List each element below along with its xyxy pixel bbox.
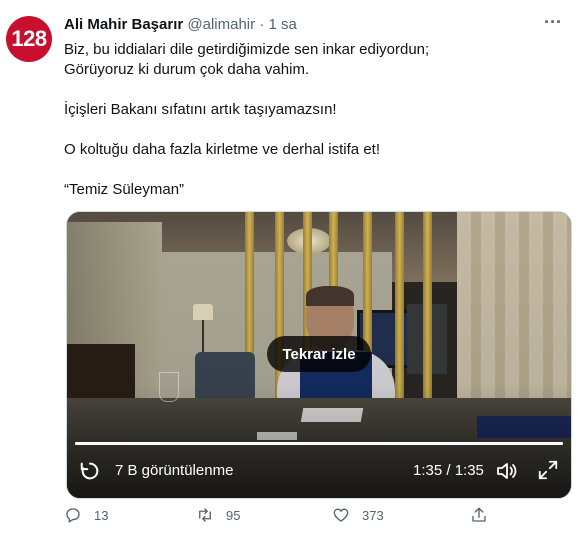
avatar[interactable]: 128 [6, 16, 52, 62]
video-player[interactable]: Tekrar izle 7 B görüntülenme 1:35 / 1:35 [66, 211, 572, 499]
tweet-card[interactable]: 128 Ali Mahir Başarır @alimahir · 1 sa ·… [0, 0, 581, 537]
author-name[interactable]: Ali Mahir Başarır [64, 16, 183, 33]
replay-button[interactable]: Tekrar izle [267, 336, 371, 372]
video-controls: 7 B görüntülenme 1:35 / 1:35 [67, 456, 571, 486]
reply-icon [66, 508, 80, 523]
progress-fill [75, 442, 563, 445]
tweet-line: “Temiz Süleyman” [64, 181, 185, 198]
author-handle[interactable]: @alimahir [187, 16, 255, 33]
share-button[interactable] [470, 506, 488, 524]
reply-count: 13 [94, 507, 109, 523]
reply-button[interactable]: 13 [64, 506, 108, 524]
time-readout: 1:35 / 1:35 [413, 462, 484, 479]
retweet-button[interactable]: 95 [196, 506, 240, 524]
like-button[interactable]: 373 [332, 506, 384, 524]
tweet-line: O koltuğu daha fazla kirletme ve derhal … [64, 141, 380, 158]
tweet-actions: 13 95 373 [64, 506, 564, 530]
view-count: 7 B görüntülenme [115, 462, 234, 479]
retweet-icon [199, 508, 211, 522]
tweet-line: Görüyoruz ki durum çok daha vahim. [64, 61, 310, 78]
replay-icon[interactable] [79, 460, 101, 482]
replay-label: Tekrar izle [282, 345, 356, 363]
fullscreen-icon[interactable] [537, 459, 559, 481]
retweet-count: 95 [226, 507, 241, 523]
tweet-time[interactable]: 1 sa [268, 16, 296, 33]
like-count: 373 [362, 507, 384, 523]
volume-icon[interactable] [495, 459, 519, 483]
tweet-header: Ali Mahir Başarır @alimahir · 1 sa [64, 16, 297, 33]
share-icon [472, 507, 486, 522]
like-icon [333, 508, 349, 522]
tweet-line: Biz, bu iddialari dile getirdiğimizde se… [64, 41, 430, 58]
tweet-text: Biz, bu iddialari dile getirdiğimizde se… [64, 40, 564, 200]
more-options-icon[interactable]: ··· [541, 12, 565, 32]
progress-bar[interactable] [75, 442, 563, 445]
tweet-line: İçişleri Bakanı sıfatını artık taşıyamaz… [64, 101, 337, 118]
separator-dot: · [259, 16, 265, 33]
avatar-text: 128 [11, 26, 47, 51]
